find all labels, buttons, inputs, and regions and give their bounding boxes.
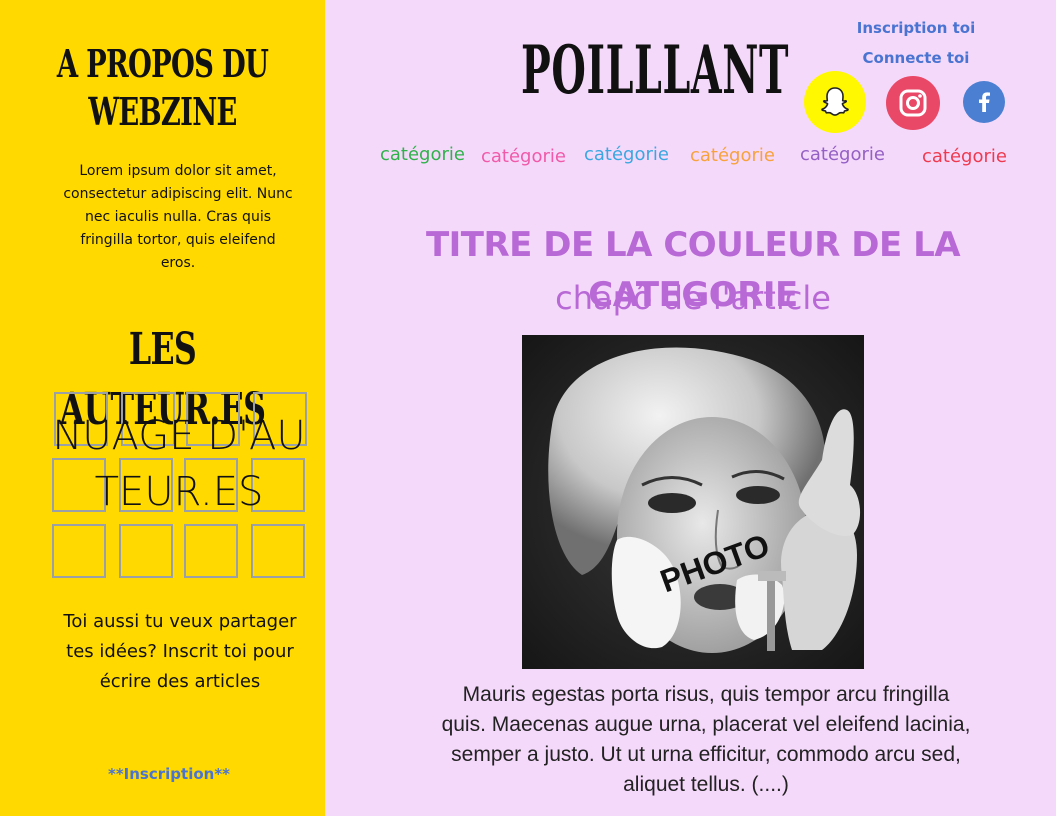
sidebar-inscription-link[interactable]: **Inscription** (0, 765, 338, 783)
authors-cloud: NUAGE D'AUTEUR.ES (50, 390, 312, 580)
photo-illustration (522, 335, 864, 669)
category-link[interactable]: catégorie (690, 145, 775, 166)
category-link[interactable]: catégorie (800, 144, 885, 165)
login-link[interactable]: Connecte toi (836, 49, 996, 67)
about-text: Lorem ipsum dolor sit amet, consectetur … (63, 163, 293, 271)
author-slot[interactable] (251, 524, 305, 578)
category-link[interactable]: catégorie (481, 146, 566, 167)
facebook-icon[interactable] (963, 81, 1005, 123)
article-photo[interactable]: PHOTO (522, 335, 864, 669)
site-logo[interactable]: POILLLANT (521, 30, 789, 110)
category-link[interactable]: catégorie (922, 146, 1007, 167)
author-slot[interactable] (184, 524, 238, 578)
category-link[interactable]: catégorie (584, 144, 669, 165)
about-title: A PROPOS DU WEBZINE (56, 41, 269, 134)
author-slot[interactable] (119, 524, 173, 578)
author-slot[interactable] (52, 524, 106, 578)
category-link[interactable]: catégorie (380, 144, 465, 165)
contribute-cta: Toi aussi tu veux partager tes idées? In… (63, 611, 297, 692)
sidebar: A PROPOS DU WEBZINE Lorem ipsum dolor si… (0, 0, 325, 816)
article-excerpt: Mauris egestas porta risus, quis tempor … (441, 683, 971, 796)
signup-link[interactable]: Inscription toi (836, 19, 996, 37)
article-chapo: chapô de l'article (555, 279, 831, 317)
instagram-icon[interactable] (886, 76, 940, 130)
authors-cloud-label: NUAGE D'AUTEUR.ES (52, 413, 306, 515)
snapchat-icon[interactable] (804, 71, 866, 133)
category-nav: catégorie catégorie catégorie catégorie … (370, 139, 1020, 175)
